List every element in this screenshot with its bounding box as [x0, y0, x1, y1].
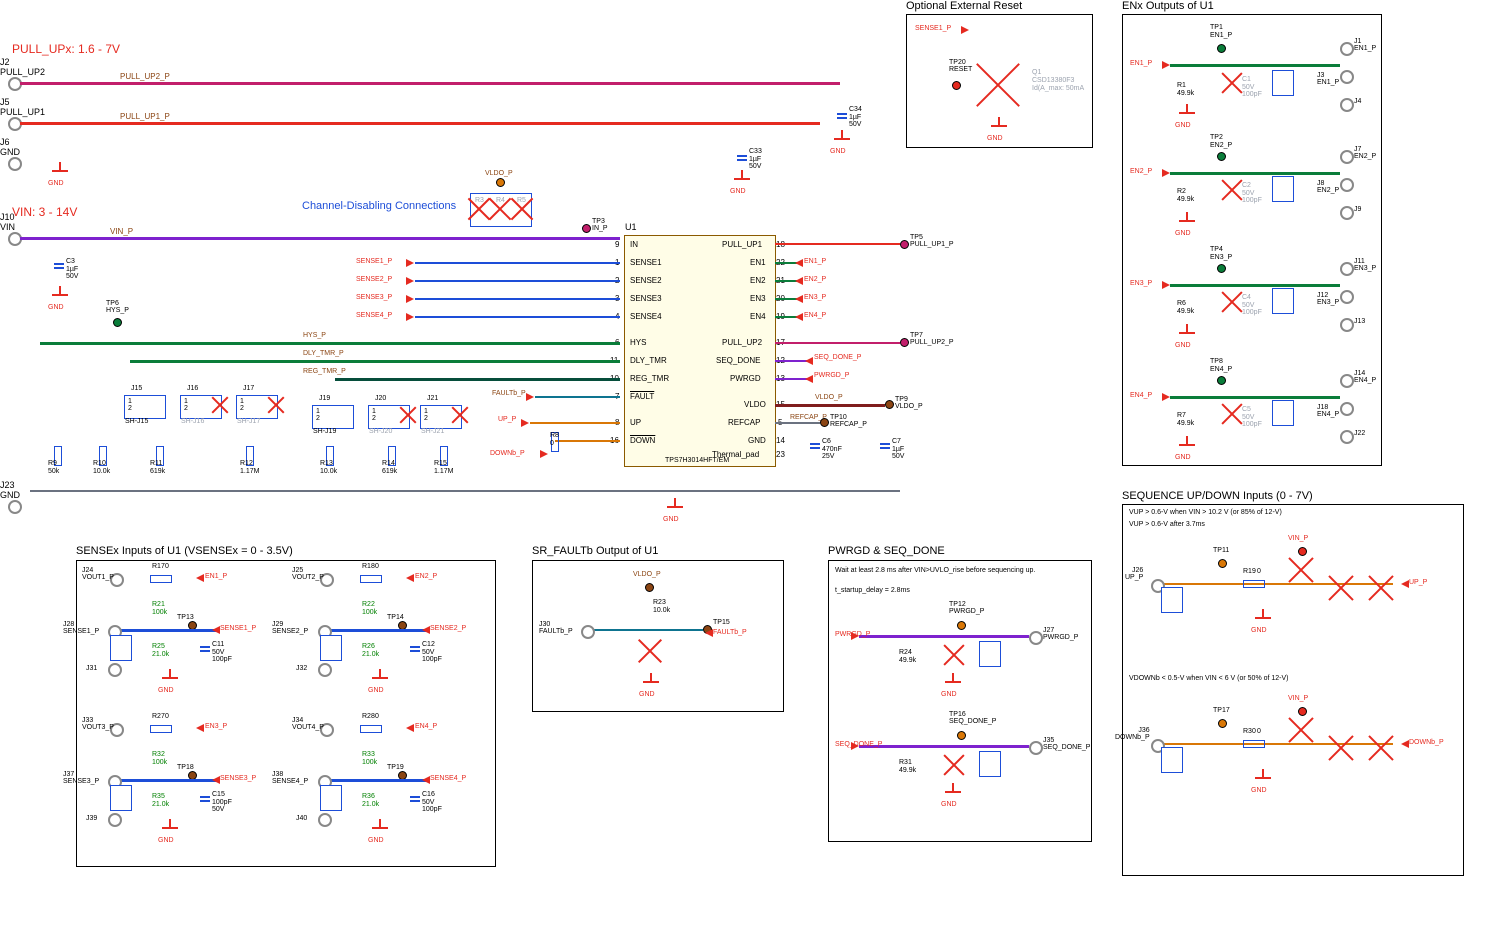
tp9-label: TP9 VLDO_P	[895, 396, 923, 410]
faultb-heading: SR_FAULTb Output of U1	[532, 545, 658, 557]
ic-U1: U1 TPS7H3014HFT/EM	[624, 235, 776, 467]
enx-heading: ENx Outputs of U1	[1122, 0, 1214, 12]
cap-C7	[880, 440, 890, 452]
box-updown: VUP > 0.6-V when VIN > 10.2 V (or 85% of…	[1122, 504, 1464, 876]
net-pullup2: PULL_UP2_P	[120, 72, 170, 81]
terminal-J6	[8, 157, 22, 171]
tp10	[820, 418, 829, 427]
J10-label: J10VIN	[0, 212, 15, 232]
en-block-2: EN2_P TP2 EN2_P R2 49.9k C2 50V 100pF J7…	[1122, 126, 1380, 238]
cap-C33	[737, 152, 747, 164]
wire-pullup1	[20, 122, 820, 125]
gnd-c3	[50, 286, 70, 304]
arrow-sense1	[406, 259, 414, 267]
chan-disable-heading: Channel-Disabling Connections	[302, 200, 456, 212]
en-block-4: EN4_P TP8 EN4_P R7 49.9k C5 50V 100pF J1…	[1122, 350, 1380, 462]
tp3	[582, 224, 591, 233]
wire-pullup2	[20, 82, 840, 85]
tp6	[113, 318, 122, 327]
en-block-3: EN3_P TP4 EN3_P R6 49.9k C4 50V 100pF J1…	[1122, 238, 1380, 350]
wire-gnd-rail	[30, 490, 900, 492]
tp-vldo-top	[496, 178, 505, 187]
tp5-label: TP5 PULL_UP1_P	[910, 234, 954, 248]
vin-heading: VIN: 3 - 14V	[12, 205, 77, 219]
tp7-label: TP7 PULL_UP2_P	[910, 332, 954, 346]
gnd-J6	[50, 162, 70, 180]
tp10-label: TP10 REFCAP_P	[830, 414, 867, 428]
cap-C6	[810, 440, 820, 452]
en-block-1: EN1_P TP1 EN1_P R1 49.9k C1 50V 100pF J1…	[1122, 14, 1380, 126]
tp7	[900, 338, 909, 347]
box-pwrgd: Wait at least 2.8 ms after VIN>UVLO_rise…	[828, 560, 1092, 842]
tp3-label: TP3 IN_P	[592, 218, 608, 232]
updown-heading: SEQUENCE UP/DOWN Inputs (0 - 7V)	[1122, 490, 1313, 502]
pullup-heading: PULL_UPx: 1.6 - 7V	[12, 42, 120, 56]
sensex-heading: SENSEx Inputs of U1 (VSENSEx = 0 - 3.5V)	[76, 545, 293, 557]
box-faultb: VLDO_P R23 10.0k J30 FAULTb_P TP15 FAULT…	[532, 560, 784, 712]
u1-ref: U1	[625, 222, 637, 232]
C3-val: 1µF 50V	[66, 266, 78, 280]
sense-block-3: J33 VOUT3_P R27 0 EN3_P R32 100k TP18 SE…	[80, 715, 280, 865]
net-vldo-top: VLDO_P	[485, 170, 513, 177]
gnd-main	[665, 498, 685, 516]
wire-vin	[20, 237, 620, 240]
sense-block-2: J25 VOUT2_P R18 0 EN2_P R22 100k TP14 SE…	[290, 565, 490, 715]
terminal-J23	[8, 500, 22, 514]
schematic-sheet: PULL_UPx: 1.6 - 7V J2PULL_UP2 PULL_UP2_P…	[0, 0, 1492, 931]
cap-C3	[54, 260, 64, 272]
C3-ref: C3	[66, 258, 75, 265]
pwrgd-heading: PWRGD & SEQ_DONE	[828, 545, 945, 557]
tp6-label: TP6 HYS_P	[106, 300, 129, 314]
cap-C34	[837, 110, 847, 122]
net-pullup1: PULL_UP1_P	[120, 112, 170, 121]
J5-label: J5PULL_UP1	[0, 97, 45, 117]
reset-heading: Optional External Reset	[906, 0, 1022, 12]
sense-block-4: J34 VOUT4_P R28 0 EN4_P R33 100k TP19 SE…	[290, 715, 490, 865]
J6-label: J6GND	[0, 137, 20, 157]
sense-block-1: J24 VOUT1_P R17 0 EN1_P R21 100k TP13 SE…	[80, 565, 280, 715]
gnd-J6-label: GND	[48, 180, 64, 187]
J2-label: J2PULL_UP2	[0, 57, 45, 77]
tp9	[885, 400, 894, 409]
box-reset: SENSE1_P TP20 RESET Q1 CSD13380F3 Id(A_m…	[906, 14, 1093, 148]
tp5	[900, 240, 909, 249]
net-vin: VIN_P	[110, 227, 133, 236]
